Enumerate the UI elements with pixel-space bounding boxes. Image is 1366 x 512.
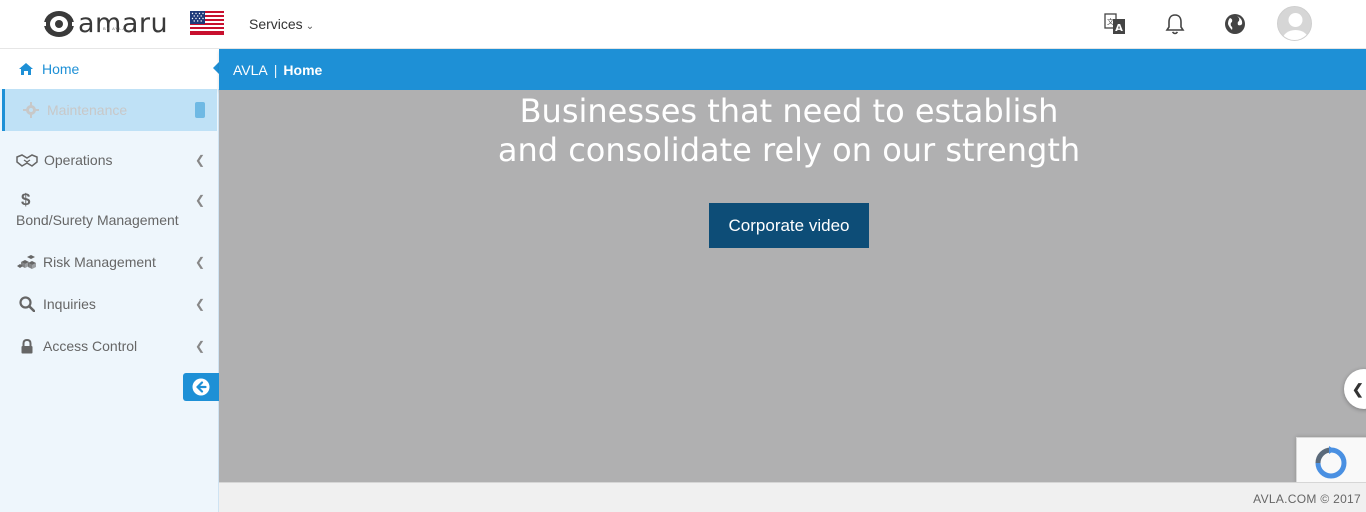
recaptcha-badge[interactable] [1296, 437, 1366, 483]
svg-text:文: 文 [1107, 17, 1114, 26]
sidebar-item-bond-surety[interactable]: $ Bond/Surety Management ❮ [0, 188, 219, 230]
hero-headline-line-2: and consolidate rely on our strength [497, 131, 1081, 169]
chevron-left-icon: ❮ [195, 339, 206, 353]
sidebar-item-label: Access Control [43, 338, 138, 354]
hero-headline-line-1: Businesses that need to establish [519, 92, 1059, 130]
gear-icon [23, 102, 39, 118]
sidebar-item-label: Home [42, 61, 80, 77]
sidebar-item-risk-management[interactable]: Risk Management ❮ [0, 251, 219, 273]
sidebar-item-label: Inquiries [43, 296, 96, 312]
chevron-left-icon: ❮ [1352, 380, 1364, 397]
breadcrumb-root[interactable]: AVLA [233, 62, 268, 78]
chevron-left-icon: ❮ [195, 193, 206, 207]
sidebar: Home Maintenance Operations ❮ $ Bond/Sur… [0, 49, 219, 512]
sidebar-item-maintenance[interactable]: Maintenance [2, 89, 217, 131]
cubes-icon [17, 255, 36, 269]
lock-icon [21, 338, 33, 353]
hero-banner: Businesses that need to establish and co… [219, 90, 1366, 483]
svg-text:A: A [1115, 23, 1123, 34]
globe-icon[interactable] [1223, 12, 1247, 36]
breadcrumb-current: Home [283, 61, 323, 78]
translate-icon[interactable]: A 文 [1103, 12, 1127, 36]
logo-mark-icon [42, 11, 76, 37]
recaptcha-icon [1315, 446, 1347, 479]
home-icon [19, 63, 33, 75]
sidebar-item-inquiries[interactable]: Inquiries ❮ [0, 293, 219, 315]
brand-subtitle: BY AVLA [103, 26, 127, 31]
search-icon [19, 296, 35, 312]
sidebar-item-access-control[interactable]: Access Control ❮ [0, 335, 219, 357]
sidebar-item-home[interactable]: Home [0, 49, 219, 89]
chevron-left-icon: ❮ [195, 297, 206, 311]
hero-headline: Businesses that need to establish and co… [219, 92, 1359, 170]
avatar[interactable] [1277, 6, 1312, 41]
services-menu[interactable]: Services ⌄ [249, 16, 314, 32]
copyright-text: AVLA.COM © 2017 [1253, 492, 1361, 506]
bell-icon[interactable] [1163, 12, 1187, 36]
dollar-icon: $ [21, 190, 31, 209]
breadcrumb: AVLA | Home [219, 49, 1366, 90]
sidebar-item-label: Operations [44, 152, 113, 168]
side-panel-toggle[interactable]: ❮ [1344, 369, 1366, 409]
corporate-video-button[interactable]: Corporate video [709, 203, 869, 248]
chevron-left-icon: ❮ [195, 255, 206, 269]
services-label: Services [249, 16, 303, 32]
submenu-toggle[interactable] [195, 102, 205, 118]
brand-name: amaru [78, 8, 169, 39]
handshake-icon [16, 154, 38, 167]
sidebar-item-label: Bond/Surety Management [16, 212, 179, 228]
amaru-logo[interactable]: amaru [42, 8, 168, 40]
chevron-down-icon: ⌄ [305, 21, 315, 32]
top-header: amaru BY AVLA Services ⌄ A 文 [0, 0, 1366, 49]
sidebar-item-operations[interactable]: Operations ❮ [0, 149, 219, 171]
sidebar-item-label: Risk Management [43, 254, 156, 270]
us-flag-icon[interactable] [190, 11, 224, 35]
sidebar-item-label: Maintenance [47, 102, 128, 118]
breadcrumb-separator: | [273, 61, 278, 78]
collapse-sidebar-button[interactable] [183, 373, 219, 401]
chevron-left-icon: ❮ [195, 153, 206, 167]
arrow-circle-left-icon [192, 378, 210, 396]
footer: AVLA.COM © 2017 [219, 482, 1366, 512]
